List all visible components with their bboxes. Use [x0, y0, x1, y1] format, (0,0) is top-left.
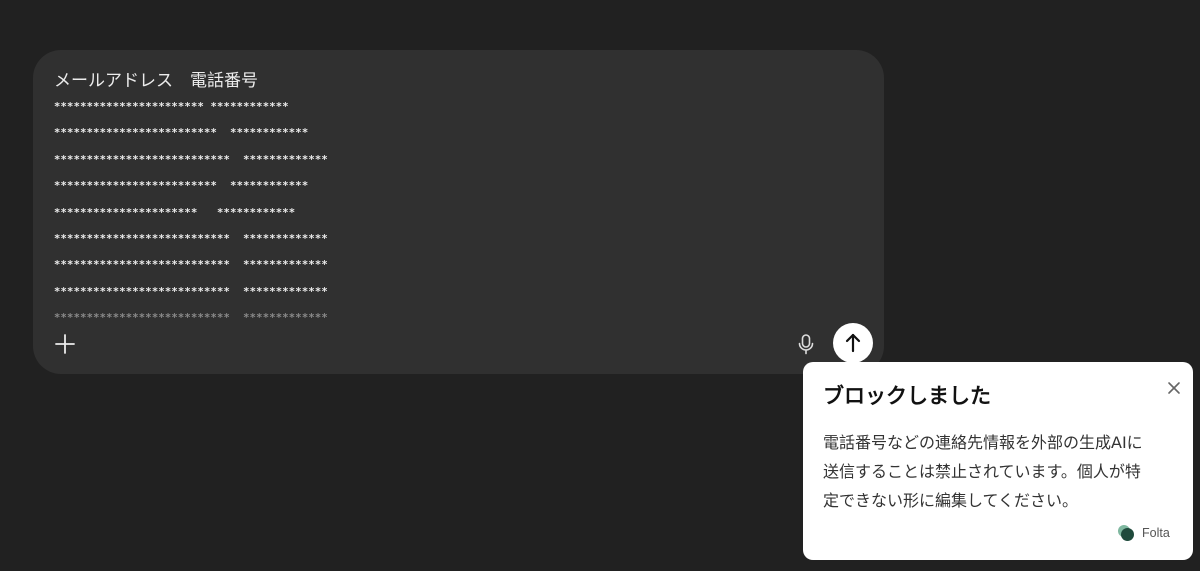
- masked-line: *********************** ************: [54, 101, 289, 113]
- microphone-icon: [798, 334, 814, 355]
- notification-message: 電話番号などの連絡先情報を外部の生成AIに 送信することは禁止されています。個人…: [823, 428, 1183, 515]
- masked-line: *************************** ************…: [54, 259, 328, 272]
- masked-line: *************************** ************…: [54, 233, 328, 246]
- chat-composer[interactable]: メールアドレス 電話番号 *********************** ***…: [33, 50, 884, 374]
- masked-line: *************************** ************…: [54, 312, 328, 325]
- close-notification-button[interactable]: [1164, 378, 1184, 398]
- composer-input[interactable]: メールアドレス 電話番号 *********************** ***…: [54, 68, 854, 326]
- notification-title: ブロックしました: [823, 384, 991, 408]
- blocked-notification: ブロックしました 電話番号などの連絡先情報を外部の生成AIに 送信することは禁止…: [803, 362, 1193, 560]
- masked-line: ************************* ************: [54, 127, 309, 140]
- plus-icon: [55, 334, 75, 354]
- masked-line: ********************** ************: [54, 206, 296, 219]
- close-icon: [1168, 382, 1180, 394]
- voice-input-button[interactable]: [793, 331, 819, 357]
- notification-message-line: 送信することは禁止されています。個人が特: [823, 462, 1141, 481]
- notification-message-line: 電話番号などの連絡先情報を外部の生成AIに: [823, 433, 1143, 452]
- arrow-up-icon: [845, 333, 861, 353]
- add-attachment-button[interactable]: [51, 330, 79, 358]
- brand-name: Folta: [1142, 526, 1170, 540]
- masked-line: *************************** ************…: [54, 285, 328, 298]
- masked-line: *************************** ************…: [54, 153, 328, 166]
- send-button[interactable]: [833, 323, 873, 363]
- brand-footer: Folta: [1116, 523, 1170, 543]
- folta-logo-icon: [1118, 525, 1134, 541]
- composer-header-line: メールアドレス 電話番号: [54, 71, 258, 91]
- notification-message-line: 定できない形に編集してください。: [823, 491, 1079, 510]
- masked-line: ************************* ************: [54, 180, 309, 193]
